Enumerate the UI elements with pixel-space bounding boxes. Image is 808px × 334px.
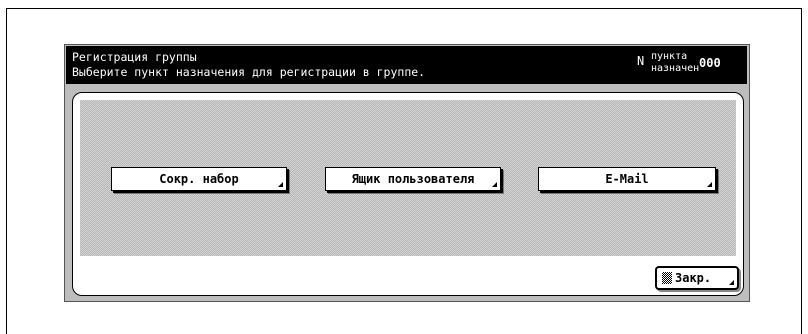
user-box-label: Ящик пользователя — [351, 172, 475, 186]
corner-arrow-icon — [278, 182, 283, 187]
destination-counter: N пункта 000 назначен — [615, 51, 725, 79]
counter-label-bottom: назначен — [651, 63, 700, 74]
dialog-title: Регистрация группы — [72, 50, 197, 64]
abbr-dial-label: Сокр. набор — [159, 172, 239, 186]
counter-label-top: пункта — [651, 51, 688, 62]
corner-arrow-icon — [729, 280, 734, 285]
close-pattern-icon — [662, 272, 672, 284]
corner-arrow-icon — [707, 182, 712, 187]
dialog-instruction: Выберите пункт назначения для регистраци… — [72, 65, 426, 79]
dialog-header: Регистрация группы Выберите пункт назнач… — [66, 46, 747, 84]
counter-prefix: N — [637, 54, 645, 68]
email-button[interactable]: E-Mail — [538, 167, 716, 191]
corner-arrow-icon — [492, 182, 497, 187]
email-label: E-Mail — [605, 172, 649, 186]
close-label: Закр. — [675, 271, 712, 285]
counter-value: 000 — [699, 56, 721, 70]
close-button[interactable]: Закр. — [655, 266, 739, 290]
abbr-dial-button[interactable]: Сокр. набор — [111, 167, 287, 191]
user-box-button[interactable]: Ящик пользователя — [325, 167, 501, 191]
